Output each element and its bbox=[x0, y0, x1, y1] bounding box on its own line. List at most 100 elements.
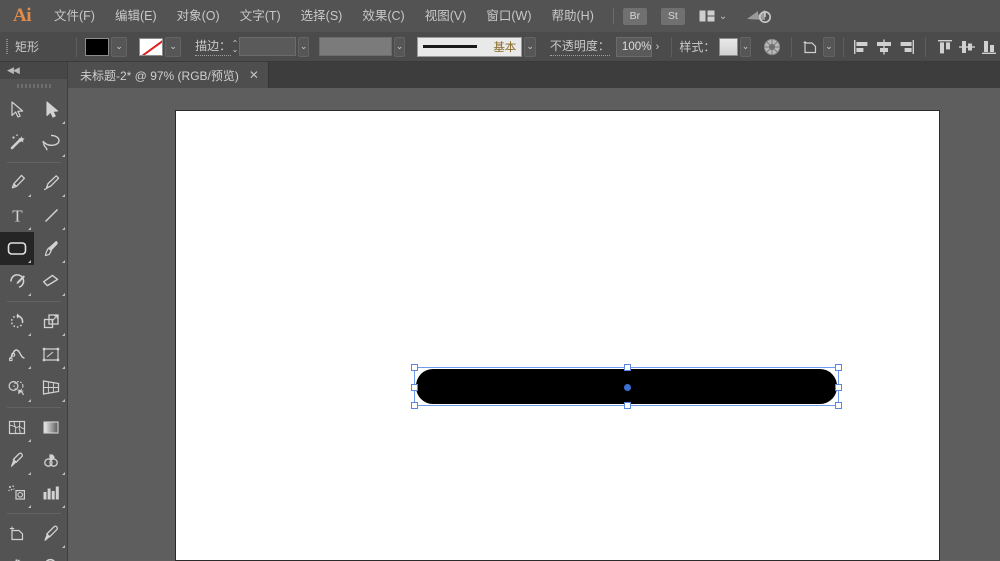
menu-file[interactable]: 文件(F) bbox=[44, 0, 105, 32]
gradient-icon bbox=[43, 421, 59, 434]
transform-chevron-down-icon[interactable]: ⌄ bbox=[823, 36, 835, 57]
paintbrush-tool[interactable] bbox=[34, 232, 68, 265]
brush-definition-chevron-down-icon[interactable]: ⌄ bbox=[524, 36, 536, 57]
blend-tool[interactable] bbox=[34, 444, 68, 477]
stroke-weight-chevron-down-icon[interactable]: ⌄ bbox=[297, 36, 310, 57]
fill-color-control[interactable]: ⌄ bbox=[85, 36, 128, 57]
bridge-button[interactable]: Br bbox=[622, 7, 647, 25]
arrange-documents-button[interactable]: ⌄ bbox=[699, 10, 727, 22]
align-bottom-button[interactable] bbox=[980, 36, 998, 58]
hand-tool[interactable] bbox=[0, 550, 34, 561]
opacity-expand-chevron-right-icon[interactable]: › bbox=[652, 37, 662, 57]
lasso-tool[interactable] bbox=[34, 126, 68, 159]
direct-selection-tool[interactable] bbox=[34, 93, 68, 126]
shape-builder-tool[interactable] bbox=[0, 371, 34, 404]
stroke-weight-input[interactable] bbox=[238, 37, 296, 56]
tool-flyout-indicator-icon bbox=[28, 333, 31, 336]
magic-wand-tool[interactable] bbox=[0, 126, 34, 159]
curvature-tool[interactable] bbox=[34, 166, 68, 199]
scale-tool[interactable] bbox=[34, 305, 68, 338]
menu-effect[interactable]: 效果(C) bbox=[352, 0, 414, 32]
control-bar-grip[interactable] bbox=[6, 38, 9, 55]
menu-bar: Ai 文件(F) 编辑(E) 对象(O) 文字(T) 选择(S) 效果(C) 视… bbox=[0, 0, 1000, 32]
menu-type[interactable]: 文字(T) bbox=[230, 0, 291, 32]
align-middle-vertical-button[interactable] bbox=[958, 36, 976, 58]
stroke-profile-chevron-down-icon[interactable]: ⌄ bbox=[393, 36, 406, 57]
stroke-dropdown-chevron-down-icon[interactable]: ⌄ bbox=[165, 36, 182, 57]
graphic-style-swatch[interactable] bbox=[719, 37, 738, 56]
column-graph-tool[interactable] bbox=[34, 477, 68, 510]
tools-panel-collapse-button[interactable]: ◀◀ bbox=[0, 62, 67, 79]
align-top-button[interactable] bbox=[936, 36, 954, 58]
line-segment-tool[interactable] bbox=[34, 199, 68, 232]
stroke-color-control[interactable]: ⌄ bbox=[139, 36, 182, 57]
selection-handle-top-left[interactable] bbox=[411, 364, 418, 371]
creative-cloud-button[interactable] bbox=[745, 7, 772, 25]
symbol-sprayer-tool[interactable] bbox=[0, 477, 34, 510]
transform-panel-button[interactable] bbox=[802, 36, 819, 58]
pen-tool[interactable] bbox=[0, 166, 34, 199]
mesh-tool[interactable] bbox=[0, 411, 34, 444]
brush-definition-label: 基本 bbox=[493, 41, 517, 54]
align-left-button[interactable] bbox=[853, 36, 871, 58]
tool-flyout-indicator-icon bbox=[62, 260, 65, 263]
opacity-input[interactable]: 100% bbox=[615, 36, 653, 57]
width-icon bbox=[8, 349, 25, 362]
align-right-button[interactable] bbox=[897, 36, 915, 58]
gradient-tool[interactable] bbox=[34, 411, 68, 444]
rectangle-tool[interactable] bbox=[0, 232, 34, 265]
chevron-down-icon: ⌄ bbox=[718, 10, 728, 22]
selection-handle-bottom-center[interactable] bbox=[624, 402, 631, 409]
selection-handle-middle-left[interactable] bbox=[411, 384, 418, 391]
selection-handle-bottom-left[interactable] bbox=[411, 402, 418, 409]
zoom-tool[interactable] bbox=[34, 550, 68, 561]
tool-flyout-indicator-icon bbox=[62, 472, 65, 475]
menu-object[interactable]: 对象(O) bbox=[167, 0, 230, 32]
eyedropper-tool[interactable] bbox=[0, 444, 34, 477]
stroke-swatch-none-icon[interactable] bbox=[139, 37, 164, 56]
menu-select[interactable]: 选择(S) bbox=[291, 0, 353, 32]
perspective-grid-tool[interactable] bbox=[34, 371, 68, 404]
shaper-tool[interactable] bbox=[0, 265, 34, 298]
menu-window[interactable]: 窗口(W) bbox=[476, 0, 541, 32]
tools-panel-grip[interactable] bbox=[0, 79, 67, 93]
selection-handle-middle-right[interactable] bbox=[835, 384, 842, 391]
eraser-tool[interactable] bbox=[34, 265, 68, 298]
tool-group-divider bbox=[7, 513, 61, 514]
stock-button[interactable]: St bbox=[660, 7, 685, 25]
menu-help[interactable]: 帮助(H) bbox=[542, 0, 604, 32]
menu-view[interactable]: 视图(V) bbox=[415, 0, 477, 32]
slice-tool[interactable] bbox=[34, 517, 68, 550]
tool-group-divider bbox=[7, 162, 61, 163]
selection-bounding-box bbox=[411, 364, 842, 409]
curvature-pen-icon bbox=[43, 175, 59, 191]
free-transform-tool[interactable] bbox=[34, 338, 68, 371]
fill-dropdown-chevron-down-icon[interactable]: ⌄ bbox=[111, 36, 128, 57]
document-tab[interactable]: 未标题-2* @ 97% (RGB/预览) ✕ bbox=[68, 62, 269, 88]
align-center-horizontal-button[interactable] bbox=[875, 36, 893, 58]
selection-center-anchor-point[interactable] bbox=[624, 384, 631, 391]
recolor-artwork-button[interactable] bbox=[763, 36, 781, 58]
brush-definition-select[interactable]: 基本 bbox=[417, 36, 523, 57]
artboard-tool[interactable] bbox=[0, 517, 34, 550]
stroke-weight-stepper[interactable]: ⌃ ⌄ bbox=[231, 37, 239, 57]
close-icon[interactable]: ✕ bbox=[249, 68, 259, 82]
selection-handle-top-right[interactable] bbox=[835, 364, 842, 371]
canvas-area[interactable] bbox=[68, 88, 1000, 561]
artboard[interactable] bbox=[175, 110, 940, 561]
tool-flyout-indicator-icon bbox=[62, 366, 65, 369]
tool-flyout-indicator-icon bbox=[62, 154, 65, 157]
selection-tool[interactable] bbox=[0, 93, 34, 126]
rotate-tool[interactable] bbox=[0, 305, 34, 338]
selection-handle-top-center[interactable] bbox=[624, 364, 631, 371]
graphic-style-chevron-down-icon[interactable]: ⌄ bbox=[739, 36, 752, 57]
align-middle-vertical-icon bbox=[959, 40, 976, 53]
free-transform-icon bbox=[42, 347, 60, 362]
stroke-profile-input[interactable] bbox=[319, 37, 392, 56]
tool-flyout-indicator-icon bbox=[62, 399, 65, 402]
selection-handle-bottom-right[interactable] bbox=[835, 402, 842, 409]
type-tool[interactable]: T bbox=[0, 199, 34, 232]
menu-edit[interactable]: 编辑(E) bbox=[105, 0, 167, 32]
fill-swatch[interactable] bbox=[85, 37, 110, 56]
width-tool[interactable] bbox=[0, 338, 34, 371]
